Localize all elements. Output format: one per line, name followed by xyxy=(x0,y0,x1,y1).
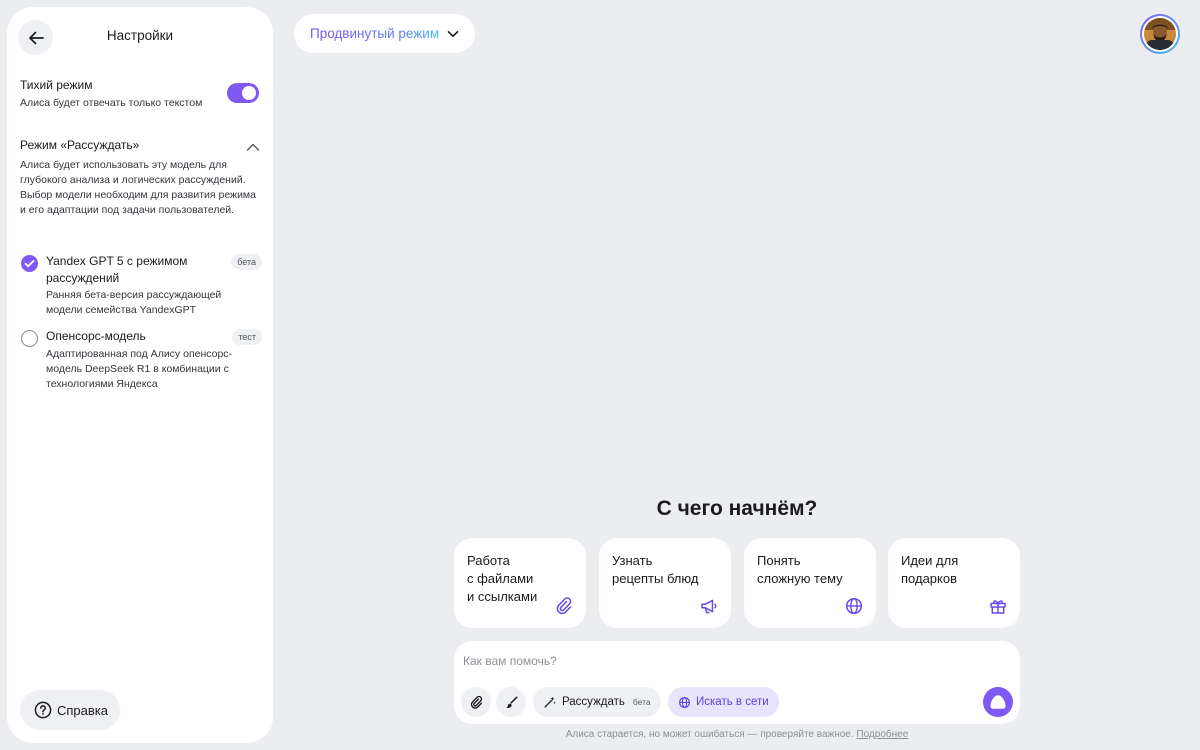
chevron-down-icon xyxy=(447,30,459,37)
page-headline: С чего начнём? xyxy=(656,497,818,520)
mode-label: Продвинутый режим xyxy=(310,26,440,41)
gift-icon xyxy=(990,600,1006,614)
reasoning-mode-section: Режим «Рассуждать» Алиса будет использов… xyxy=(20,138,260,218)
card-label: Понять сложную тему xyxy=(757,553,843,586)
globe-icon xyxy=(679,696,690,708)
disclaimer-text: Алиса старается, но может ошибаться — пр… xyxy=(454,729,1020,740)
card-label: Узнать рецепты блюд xyxy=(612,553,699,586)
settings-sidebar: Настройки Тихий режим Алиса будет отвеча… xyxy=(7,7,273,743)
suggestion-card-gifts[interactable]: Идеи для подарков xyxy=(888,538,1020,628)
model-description: Ранняя бета-версия рассуждающей модели с… xyxy=(46,289,222,316)
help-button[interactable]: Справка xyxy=(20,690,120,730)
chevron-up-icon[interactable] xyxy=(246,142,260,152)
web-search-label: Искать в сети xyxy=(696,696,769,708)
avatar-image xyxy=(1144,18,1176,50)
globe-icon xyxy=(845,597,863,615)
beta-badge: бета xyxy=(632,697,651,707)
sparkle-wand-icon xyxy=(544,696,556,708)
user-avatar[interactable] xyxy=(1140,14,1180,54)
message-input[interactable] xyxy=(463,651,993,671)
quiet-mode-subtitle: Алиса будет отвечать только текстом xyxy=(20,97,203,109)
toggle-knob xyxy=(242,86,256,100)
question-circle-icon xyxy=(34,701,52,719)
learn-more-link[interactable]: Подробнее xyxy=(856,729,908,740)
web-search-button[interactable]: Искать в сети xyxy=(668,687,779,717)
sidebar-header: Настройки xyxy=(7,7,273,65)
attach-button[interactable] xyxy=(461,687,491,717)
alice-voice-button[interactable] xyxy=(983,687,1013,717)
model-tag-badge: тест xyxy=(232,329,262,345)
megaphone-icon xyxy=(701,599,717,614)
quiet-mode-title: Тихий режим xyxy=(20,78,93,92)
suggestion-card-files[interactable]: Работа с файлами и ссылками xyxy=(454,538,586,628)
card-label: Идеи для подарков xyxy=(901,553,959,586)
reason-mode-button[interactable]: Рассуждать бета xyxy=(533,687,661,717)
reason-mode-label: Рассуждать xyxy=(562,696,625,708)
reasoning-mode-title: Режим «Рассуждать» xyxy=(20,138,140,152)
sidebar-title: Настройки xyxy=(106,28,174,43)
quiet-mode-setting: Тихий режим Алиса будет отвечать только … xyxy=(20,78,262,111)
model-name: Опенсорс-модель xyxy=(46,329,146,343)
model-name: Yandex GPT 5 с режимом рассуждений xyxy=(46,254,188,285)
suggestion-card-recipes[interactable]: Узнать рецепты блюд xyxy=(599,538,731,628)
reasoning-mode-description: Алиса будет использовать эту модель для … xyxy=(20,159,256,216)
card-label: Работа с файлами и ссылками xyxy=(467,553,538,604)
model-description: Адаптированная под Алису опенсорс-модель… xyxy=(46,348,233,390)
paperclip-icon xyxy=(556,597,572,615)
alice-logo-icon xyxy=(990,695,1006,709)
disclaimer-message: Алиса старается, но может ошибаться — пр… xyxy=(565,729,854,740)
chat-composer: Рассуждать бета Искать в сети xyxy=(454,641,1020,724)
draw-button[interactable] xyxy=(496,687,526,717)
help-label: Справка xyxy=(57,702,108,718)
paperclip-icon xyxy=(470,695,482,709)
brush-icon xyxy=(505,696,517,708)
radio-checked-icon[interactable] xyxy=(21,255,38,272)
model-tag-badge: бета xyxy=(231,254,262,270)
suggestion-card-topic[interactable]: Понять сложную тему xyxy=(744,538,876,628)
mode-selector-button[interactable]: Продвинутый режим xyxy=(294,14,475,53)
quiet-mode-toggle[interactable] xyxy=(227,83,259,103)
radio-unchecked-icon[interactable] xyxy=(21,330,38,347)
